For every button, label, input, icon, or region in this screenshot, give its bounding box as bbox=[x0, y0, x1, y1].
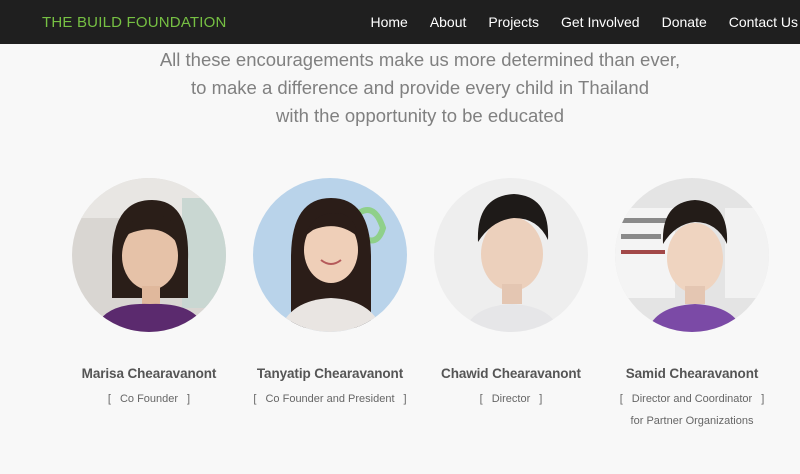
team-member-photo bbox=[72, 178, 226, 332]
nav-link-contact-us[interactable]: Contact Us bbox=[729, 14, 798, 30]
team-member-role: [Co Founder and President] bbox=[253, 393, 407, 405]
team-member-name: Tanyatip Chearavanont bbox=[256, 366, 404, 381]
intro-text: All these encouragements make us more de… bbox=[0, 46, 800, 130]
portrait-boy-with-sign bbox=[615, 178, 769, 332]
team-member-card: Chawid Chearavanont [Director] bbox=[411, 178, 611, 410]
nav-links: Home About Projects Get Involved Donate … bbox=[370, 14, 800, 30]
team-member-photo bbox=[434, 178, 588, 332]
portrait-woman-long-hair bbox=[253, 178, 407, 332]
nav-link-home[interactable]: Home bbox=[370, 14, 407, 30]
nav-link-projects[interactable]: Projects bbox=[488, 14, 539, 30]
top-navbar: THE BUILD FOUNDATION Home About Projects… bbox=[0, 0, 800, 44]
nav-link-donate[interactable]: Donate bbox=[662, 14, 707, 30]
intro-line: to make a difference and provide every c… bbox=[191, 77, 649, 98]
team-member-role: [Director and Coordinator] for Partner O… bbox=[592, 388, 792, 432]
team-member-card: Samid Chearavanont [Director and Coordin… bbox=[592, 178, 792, 432]
team-member-name: Chawid Chearavanont bbox=[441, 366, 581, 381]
team-member-photo bbox=[615, 178, 769, 332]
team-member-card: Tanyatip Chearavanont [Co Founder and Pr… bbox=[230, 178, 430, 410]
team-member-name: Marisa Chearavanont bbox=[81, 366, 217, 381]
team-member-name: Samid Chearavanont bbox=[625, 366, 759, 381]
team-member-photo bbox=[253, 178, 407, 332]
intro-line: All these encouragements make us more de… bbox=[159, 49, 681, 70]
nav-link-about[interactable]: About bbox=[430, 14, 467, 30]
portrait-young-man bbox=[434, 178, 588, 332]
team-member-role: [Co Founder] bbox=[107, 393, 191, 405]
portrait-woman-dark-hair bbox=[72, 178, 226, 332]
brand-logo-link[interactable]: THE BUILD FOUNDATION bbox=[42, 14, 227, 31]
team-member-role-continued: for Partner Organizations bbox=[630, 415, 754, 427]
team-section: Marisa Chearavanont [Co Founder] Tanyati… bbox=[0, 178, 800, 438]
team-member-role: [Director] bbox=[479, 393, 543, 405]
intro-line: with the opportunity to be educated bbox=[276, 105, 564, 126]
nav-link-get-involved[interactable]: Get Involved bbox=[561, 14, 640, 30]
team-member-card: Marisa Chearavanont [Co Founder] bbox=[49, 178, 249, 410]
